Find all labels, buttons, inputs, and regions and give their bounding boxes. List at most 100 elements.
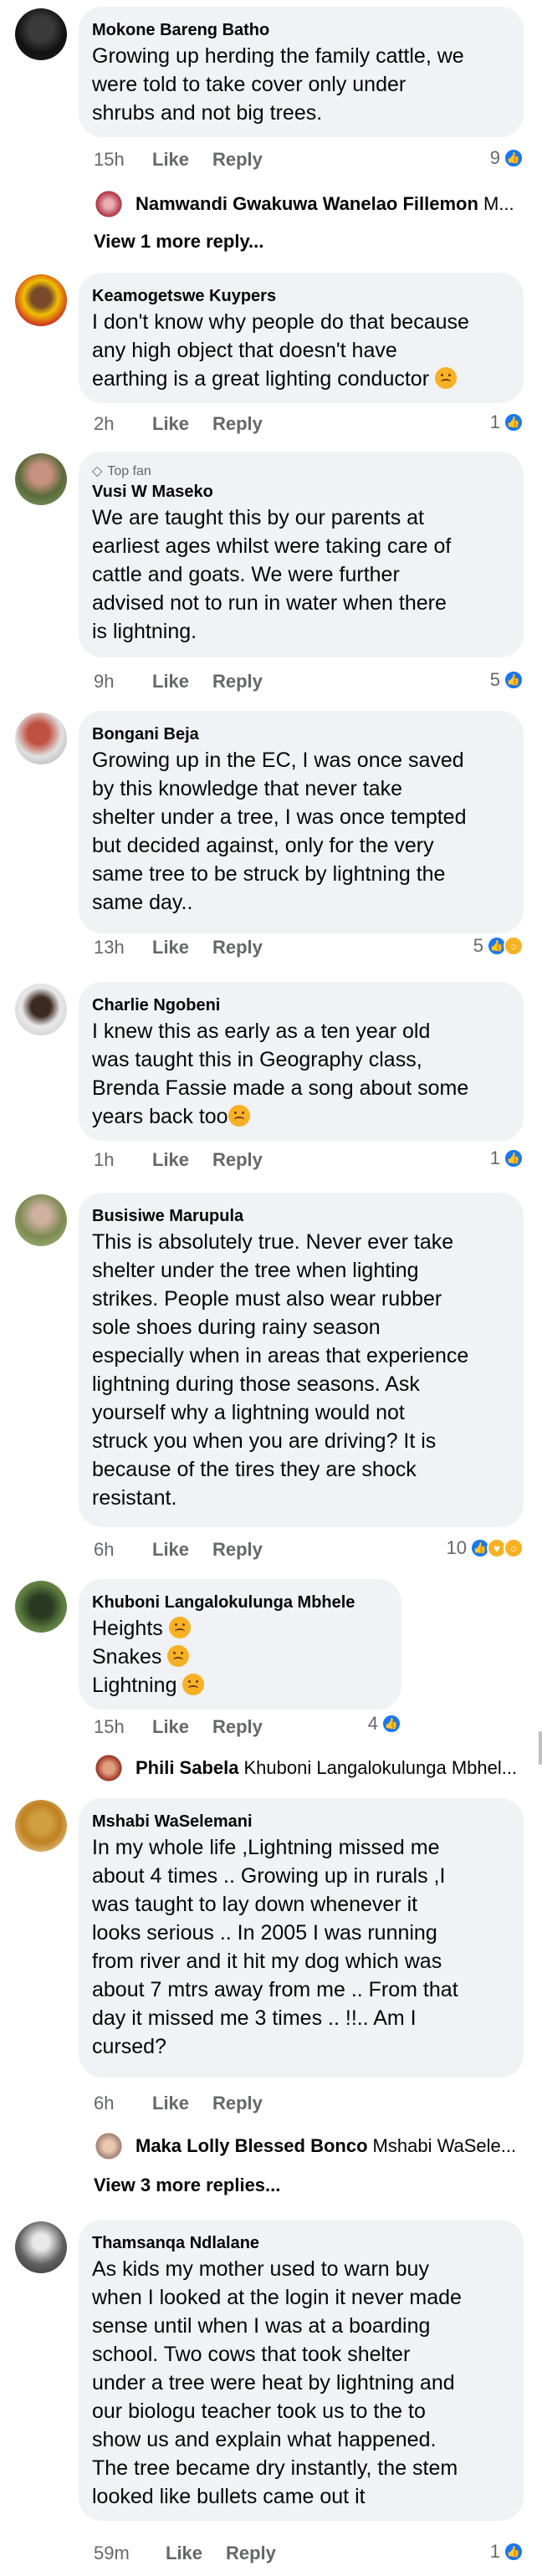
avatar[interactable]: [15, 2221, 67, 2273]
like-button[interactable]: Like: [152, 671, 202, 693]
like-button[interactable]: Like: [152, 1149, 202, 1171]
reply-button[interactable]: Reply: [212, 1716, 263, 1738]
comment-text-line: advised not to run in water when there: [92, 591, 447, 615]
reply-button[interactable]: Reply: [212, 937, 263, 958]
comment-actions: 1h Like Reply: [94, 1149, 263, 1171]
reaction-count: 1: [489, 411, 500, 432]
comment-text-line: under a tree were heat by lightning and: [92, 2371, 455, 2395]
like-button[interactable]: Like: [152, 149, 202, 171]
comment-actions: 6h Like Reply: [94, 2093, 263, 2114]
comment-author[interactable]: Khuboni Langalokulunga Mbhele: [92, 1591, 383, 1614]
comment-text-line: any high object that doesn't have: [92, 339, 397, 362]
reaction-count: 5: [489, 669, 500, 690]
like-button[interactable]: Like: [152, 2093, 202, 2114]
comment-text-line: cursed?: [92, 2035, 166, 2058]
comment-author[interactable]: Bongani Beja: [92, 723, 505, 746]
like-button[interactable]: Like: [152, 937, 202, 958]
reply-button[interactable]: Reply: [212, 1539, 263, 1561]
reaction-summary[interactable]: 10 👍 ♥ ○: [447, 1537, 524, 1559]
comment-bubble: Bongani Beja Growing up in the EC, I was…: [79, 711, 524, 933]
avatar: [94, 189, 124, 219]
reaction-summary[interactable]: 1 👍: [490, 1147, 524, 1169]
comment-text-line: lightning during those seasons. Ask: [92, 1372, 420, 1396]
avatar[interactable]: [15, 453, 67, 505]
avatar[interactable]: [15, 984, 67, 1035]
like-reaction-icon: 👍: [504, 412, 524, 432]
reply-preview[interactable]: Namwandi Gwakuwa Wanelao Fillemon M...: [94, 189, 514, 219]
reaction-summary[interactable]: 5 👍 ○: [473, 935, 524, 957]
worried-emoji-icon: [434, 367, 457, 389]
reply-snippet: Mshabi WaSele...: [372, 2135, 517, 2156]
comment-text-line: cattle and goats. We were further: [92, 563, 400, 586]
avatar[interactable]: [15, 1194, 67, 1246]
reply-author[interactable]: Namwandi Gwakuwa Wanelao Fillemon: [136, 193, 478, 215]
reply-preview[interactable]: Phili Sabela Khuboni Langalokulunga Mbhe…: [94, 1753, 517, 1783]
comment-time[interactable]: 15h: [94, 1716, 139, 1738]
reaction-summary[interactable]: 5 👍: [490, 669, 524, 691]
reply-author[interactable]: Phili Sabela: [136, 1757, 239, 1779]
like-button[interactable]: Like: [152, 1716, 202, 1738]
like-button[interactable]: Like: [166, 2543, 216, 2564]
comment-time[interactable]: 2h: [94, 413, 139, 435]
comment-time[interactable]: 59m: [94, 2543, 152, 2564]
avatar[interactable]: [15, 713, 67, 764]
comment-time[interactable]: 15h: [94, 149, 139, 171]
avatar[interactable]: [15, 274, 67, 326]
comment-text-line: same day..: [92, 891, 193, 914]
comment-author[interactable]: Mokone Bareng Batho: [92, 18, 505, 42]
avatar[interactable]: [15, 8, 67, 60]
comment-text-line: by this knowledge that never take: [92, 777, 403, 800]
avatar[interactable]: [15, 1581, 67, 1633]
comment-text-line: Snakes: [92, 1643, 383, 1671]
comment-actions: 2h Like Reply: [94, 413, 263, 435]
comment-text-line: looks serious .. In 2005 I was running: [92, 1921, 437, 1945]
avatar[interactable]: [15, 1800, 67, 1852]
comment-time[interactable]: 6h: [94, 1539, 139, 1561]
reply-button[interactable]: Reply: [212, 149, 263, 171]
reaction-summary[interactable]: 4 👍: [368, 1713, 401, 1735]
like-button[interactable]: Like: [152, 1539, 202, 1561]
reply-preview[interactable]: Maka Lolly Blessed Bonco Mshabi WaSele..…: [94, 2131, 516, 2161]
reply-button[interactable]: Reply: [212, 413, 263, 435]
view-more-replies-link[interactable]: View 1 more reply...: [94, 231, 263, 253]
comment-text-line: As kids my mother used to warn buy: [92, 2257, 429, 2281]
wow-reaction-icon: ○: [504, 936, 524, 956]
monocle-emoji-icon: [228, 1105, 250, 1127]
comment-text-line: about 7 mtrs away from me .. From that: [92, 1978, 458, 2001]
like-reaction-icon: 👍: [504, 148, 524, 168]
scrollbar[interactable]: [539, 1731, 542, 1765]
comment-author[interactable]: Mshabi WaSelemani: [92, 1810, 505, 1833]
comment-time[interactable]: 1h: [94, 1149, 139, 1171]
reply-button[interactable]: Reply: [212, 1149, 263, 1171]
comment-author[interactable]: Busisiwe Marupula: [92, 1204, 505, 1228]
comment-author[interactable]: Charlie Ngobeni: [92, 994, 505, 1017]
like-reaction-icon: 👍: [504, 670, 524, 690]
reply-button[interactable]: Reply: [226, 2543, 276, 2564]
comment-author[interactable]: Vusi W Maseko: [92, 480, 505, 503]
diamond-icon: ◇: [92, 464, 103, 478]
comment-time[interactable]: 9h: [94, 671, 139, 693]
reply-snippet: Khuboni Langalokulunga Mbhel...: [243, 1757, 518, 1778]
comment-time[interactable]: 6h: [94, 2093, 139, 2114]
comment-author[interactable]: Thamsanqa Ndlalane: [92, 2231, 505, 2255]
view-more-replies-link[interactable]: View 3 more replies...: [94, 2175, 280, 2196]
comment-bubble: Keamogetswe Kuypers I don't know why peo…: [79, 273, 524, 403]
comment-text-line: show us and explain what happened.: [92, 2428, 437, 2451]
comment-text-line: In my whole life ,Lightning missed me: [92, 1836, 440, 1859]
comment-text-line: but decided against, only for the very: [92, 834, 434, 857]
reaction-count: 1: [489, 2541, 500, 2562]
reply-author[interactable]: Maka Lolly Blessed Bonco: [136, 2135, 368, 2157]
reply-button[interactable]: Reply: [212, 2093, 263, 2114]
comment-text-line: earthing is a great lighting conductor: [92, 367, 430, 391]
reaction-summary[interactable]: 1 👍: [490, 2541, 524, 2563]
like-button[interactable]: Like: [152, 413, 202, 435]
wow-reaction-icon: ○: [504, 1538, 524, 1558]
comment-author[interactable]: Keamogetswe Kuypers: [92, 284, 505, 308]
comment-text-line: same tree to be struck by lightning the: [92, 862, 446, 886]
comment-text-line: from river and it hit my dog which was: [92, 1950, 442, 1973]
comment-text-line: because of the tires they are shock: [92, 1458, 417, 1481]
reaction-summary[interactable]: 1 👍: [490, 411, 524, 433]
reaction-summary[interactable]: 9 👍: [490, 147, 524, 169]
comment-time[interactable]: 13h: [94, 937, 139, 958]
reply-button[interactable]: Reply: [212, 671, 263, 693]
